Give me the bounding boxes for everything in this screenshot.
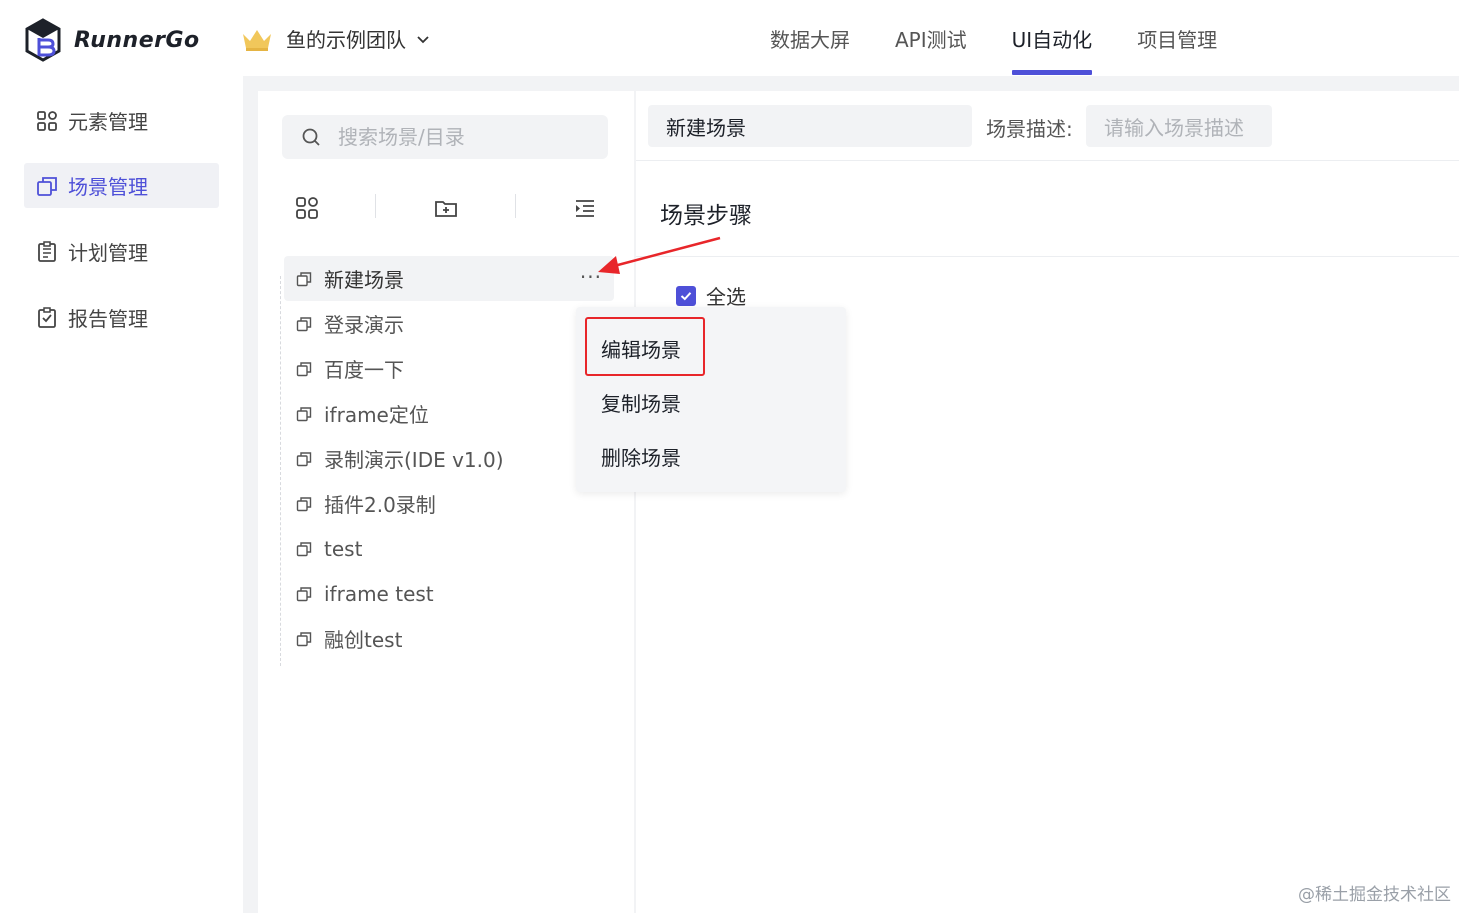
sidebar-item-scenes[interactable]: 场景管理	[24, 163, 219, 208]
sidebar-item-label: 计划管理	[68, 241, 148, 265]
sidebar-item-label: 元素管理	[68, 110, 148, 134]
team-switcher[interactable]: 鱼的示例团队	[240, 24, 430, 53]
tree-guide-line	[280, 276, 281, 666]
scene-label: iframe test	[324, 581, 434, 606]
scene-tree-panel: 新建场景 ··· 登录演示 百度一下 iframe定位 录制演示(IDE v1.…	[258, 91, 634, 913]
sidebar-item-reports[interactable]: 报告管理	[24, 295, 219, 340]
scene-detail-panel: 新建场景 场景描述: 请输入场景描述 场景步骤 全选	[636, 91, 1459, 913]
report-icon	[38, 306, 56, 328]
grid-icon	[37, 110, 57, 131]
watermark: @稀土掘金技术社区	[1298, 885, 1451, 905]
chevron-down-icon	[417, 35, 429, 43]
scene-info-bar: 新建场景 场景描述: 请输入场景描述	[636, 91, 1459, 161]
scene-icon	[296, 631, 312, 646]
menu-item-edit-scene[interactable]: 编辑场景	[601, 334, 681, 363]
collapse-icon[interactable]	[572, 195, 598, 221]
scene-icon	[296, 316, 312, 331]
plan-icon	[38, 240, 56, 262]
top-nav: 数据大屏 API测试 UI自动化 项目管理	[770, 0, 1262, 76]
search-icon	[302, 128, 320, 146]
sidebar-item-plans[interactable]: 计划管理	[24, 229, 219, 274]
list-item[interactable]: 新建场景 ···	[284, 256, 614, 301]
scene-label: 登录演示	[324, 313, 404, 337]
list-item[interactable]: 登录演示	[284, 301, 614, 346]
scene-list: 新建场景 ··· 登录演示 百度一下 iframe定位 录制演示(IDE v1.…	[284, 256, 614, 661]
scene-icon	[296, 361, 312, 376]
logo-text: RunnerGo	[74, 27, 200, 53]
scene-icon	[296, 586, 312, 601]
list-item[interactable]: 插件2.0录制	[284, 481, 614, 526]
scene-desc-label: 场景描述:	[986, 117, 1073, 141]
scene-label: 录制演示(IDE v1.0)	[324, 448, 504, 472]
check-icon	[680, 291, 692, 300]
team-name: 鱼的示例团队	[286, 28, 406, 52]
runnergo-logo-icon	[25, 18, 61, 62]
search-input[interactable]	[338, 125, 598, 149]
scene-label: test	[324, 536, 363, 561]
search-box[interactable]	[282, 115, 608, 159]
list-item[interactable]: test	[284, 526, 614, 571]
list-item[interactable]: iframe test	[284, 571, 614, 616]
scene-label: 融创test	[324, 628, 403, 652]
sidebar: 元素管理 场景管理 计划管理 报告管理	[0, 76, 243, 913]
crown-icon	[243, 29, 271, 51]
scene-icon	[296, 271, 312, 286]
list-item[interactable]: iframe定位	[284, 391, 614, 436]
add-scene-icon[interactable]	[294, 195, 320, 221]
sidebar-item-label: 报告管理	[68, 307, 148, 331]
scene-icon	[296, 406, 312, 421]
nav-api-test[interactable]: API测试	[895, 0, 967, 76]
divider	[636, 256, 1459, 257]
logo[interactable]: RunnerGo	[24, 18, 200, 62]
scene-desc-field[interactable]: 请输入场景描述	[1086, 105, 1272, 147]
scene-icon	[37, 176, 57, 196]
top-header: RunnerGo 鱼的示例团队 数据大屏 API测试 UI自动化 项目管理	[0, 0, 1459, 76]
sidebar-item-label: 场景管理	[68, 175, 148, 199]
nav-project-management[interactable]: 项目管理	[1137, 0, 1217, 76]
scene-label: 插件2.0录制	[324, 493, 436, 517]
nav-ui-automation[interactable]: UI自动化	[1011, 0, 1092, 76]
list-item[interactable]: 录制演示(IDE v1.0)	[284, 436, 614, 481]
scene-context-menu: 编辑场景 复制场景 删除场景	[576, 307, 846, 492]
checkbox-checked[interactable]	[676, 285, 696, 306]
list-item[interactable]: 融创test	[284, 616, 614, 661]
new-folder-icon[interactable]	[433, 195, 459, 221]
scene-icon	[296, 541, 312, 556]
scene-icon	[296, 451, 312, 466]
scene-icon	[296, 496, 312, 511]
more-options-button[interactable]: ···	[580, 265, 602, 289]
scene-label: 百度一下	[324, 358, 404, 382]
steps-title: 场景步骤	[660, 203, 752, 229]
menu-item-copy-scene[interactable]: 复制场景	[601, 388, 681, 417]
select-all-label: 全选	[706, 285, 746, 309]
scene-name-field[interactable]: 新建场景	[648, 105, 972, 147]
menu-item-delete-scene[interactable]: 删除场景	[601, 442, 681, 471]
toolbar-divider	[375, 194, 376, 218]
select-all-checkbox[interactable]: 全选	[676, 281, 746, 310]
nav-data-screen[interactable]: 数据大屏	[770, 0, 850, 76]
sidebar-item-elements[interactable]: 元素管理	[24, 98, 219, 143]
scene-label: iframe定位	[324, 403, 429, 427]
toolbar-divider	[515, 194, 516, 218]
scene-label: 新建场景	[324, 268, 404, 292]
list-item[interactable]: 百度一下	[284, 346, 614, 391]
